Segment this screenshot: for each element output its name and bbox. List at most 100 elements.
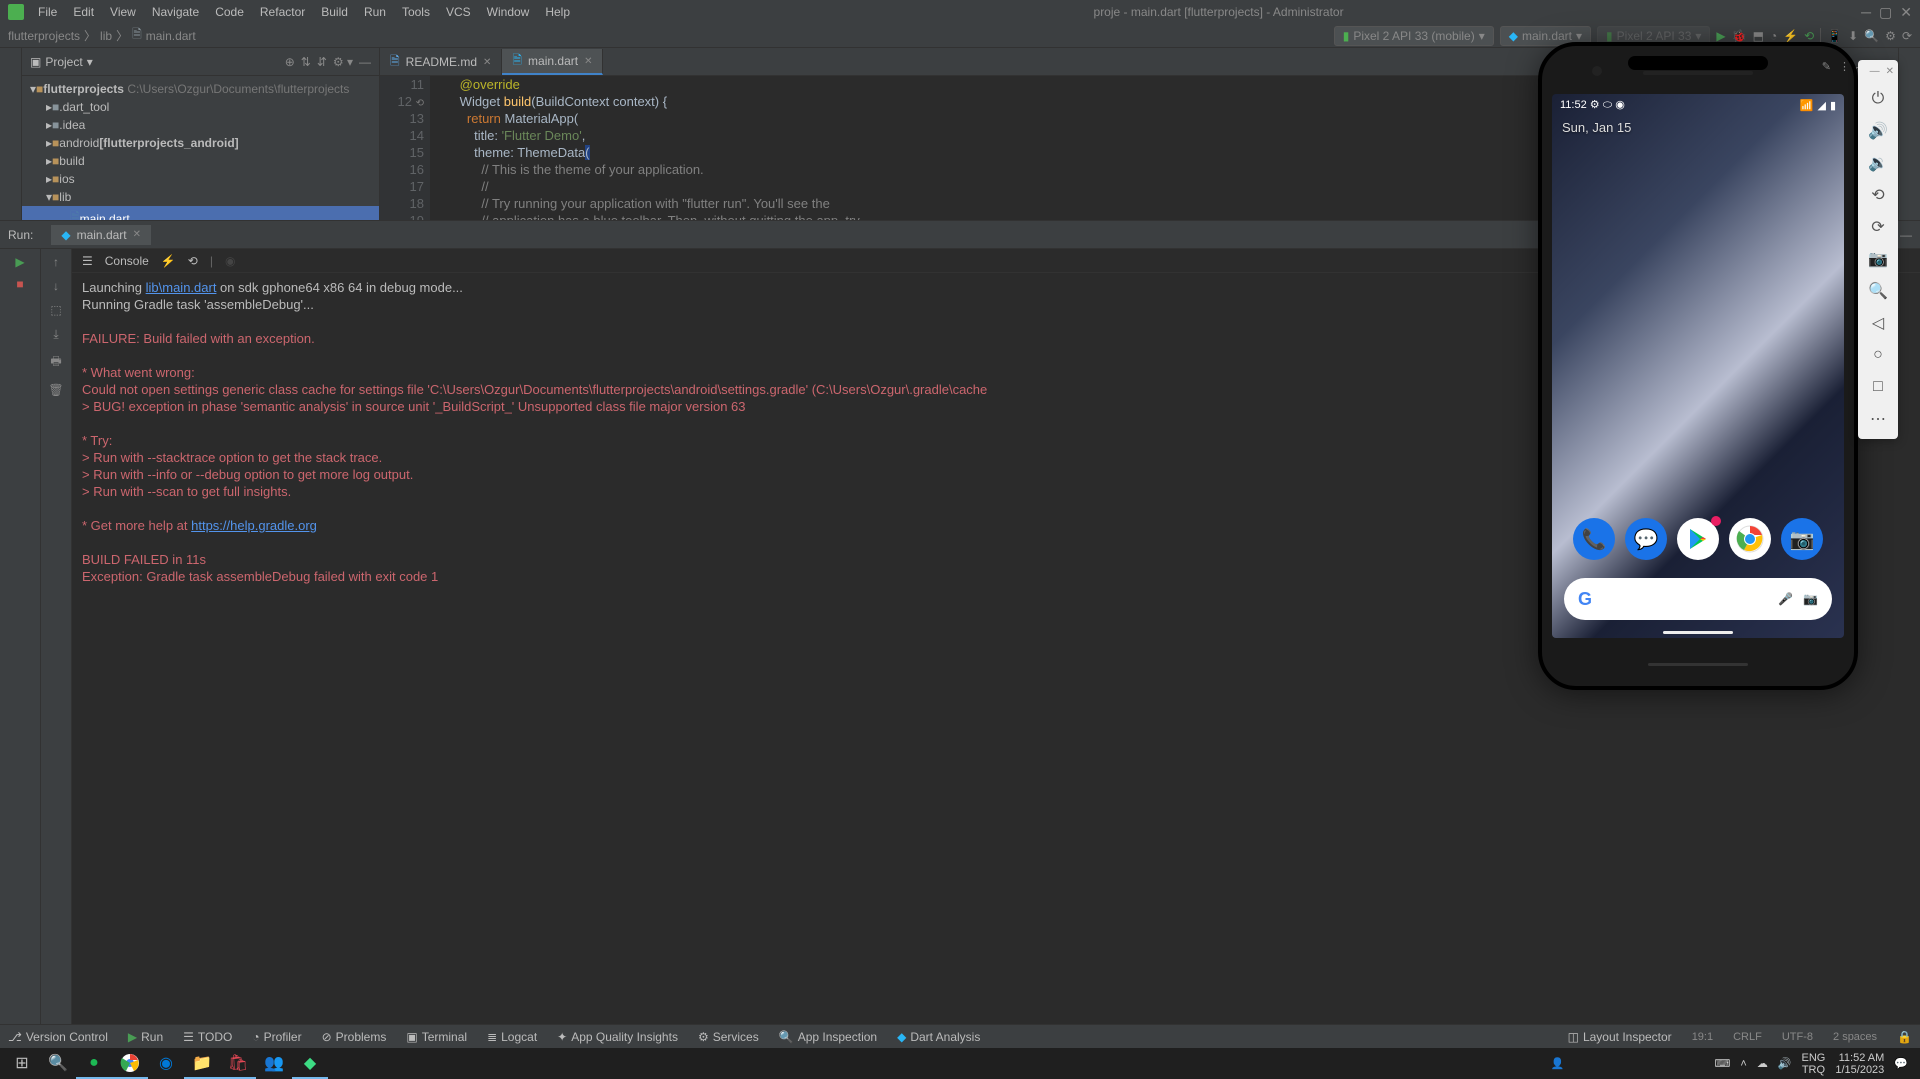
menu-icon[interactable]: ⋮ — [1839, 60, 1850, 73]
task-teams[interactable]: 👥 — [256, 1048, 292, 1079]
menu-view[interactable]: View — [104, 3, 142, 21]
expand-icon[interactable]: ⇅ — [301, 55, 311, 69]
menu-refactor[interactable]: Refactor — [254, 3, 311, 21]
close-icon[interactable]: ✕ — [1900, 4, 1912, 21]
tool-app-quality[interactable]: ✦App Quality Insights — [557, 1030, 678, 1044]
menu-file[interactable]: File — [32, 3, 63, 21]
task-chrome[interactable] — [112, 1048, 148, 1079]
up-icon[interactable]: ↑ — [53, 255, 59, 269]
close-icon[interactable]: ✕ — [133, 229, 141, 240]
tool-todo[interactable]: ☰TODO — [183, 1030, 232, 1044]
menu-navigate[interactable]: Navigate — [146, 3, 205, 21]
status-enc[interactable]: UTF-8 — [1782, 1031, 1813, 1043]
tray-keyboard-icon[interactable]: ⌨ — [1714, 1057, 1730, 1070]
tray-chevron-icon[interactable]: ˄ — [1740, 1058, 1746, 1070]
tool-version-control[interactable]: ⎇Version Control — [8, 1030, 108, 1044]
mic-icon[interactable]: 🎤 — [1778, 592, 1793, 606]
more-icon[interactable]: ⋯ — [1858, 405, 1898, 433]
nav-handle[interactable] — [1663, 631, 1733, 634]
soft-wrap-icon[interactable]: ⬚ — [50, 303, 61, 317]
hide-icon[interactable]: — — [1900, 228, 1912, 242]
crumb-project[interactable]: flutterprojects — [8, 29, 80, 43]
crumb-file[interactable]: main.dart — [146, 29, 196, 43]
settings-icon[interactable]: ⚙ — [1885, 29, 1896, 43]
emulator[interactable]: 11:52 ⚙ ⬭ ◉ 📶◢▮ Sun, Jan 15 📞 💬 📷 G 🎤📷 — [1538, 42, 1858, 690]
tree-build[interactable]: ▸ ■ build — [22, 152, 379, 170]
menu-help[interactable]: Help — [539, 3, 576, 21]
tool-logcat[interactable]: ≣Logcat — [487, 1030, 537, 1044]
tree-android[interactable]: ▸ ■ android [flutterprojects_android] — [22, 134, 379, 152]
stop-icon[interactable]: ■ — [16, 277, 23, 291]
volume-down-icon[interactable]: 🔉 — [1858, 149, 1898, 177]
tool-app-inspection[interactable]: 🔍App Inspection — [779, 1030, 877, 1044]
debug-icon[interactable]: 🐞 — [1732, 29, 1747, 43]
avd-icon[interactable]: 📱 — [1827, 29, 1842, 43]
hide-panel-icon[interactable]: — — [359, 55, 371, 69]
project-panel-title[interactable]: Project — [45, 55, 82, 69]
menu-window[interactable]: Window — [481, 3, 536, 21]
lens-icon[interactable]: 📷 — [1803, 592, 1818, 606]
back-icon[interactable]: ◁ — [1858, 309, 1898, 337]
reload-icon[interactable]: ⚡ — [161, 254, 176, 268]
menu-code[interactable]: Code — [209, 3, 250, 21]
close-icon[interactable]: ✕ — [584, 56, 592, 67]
tree-idea[interactable]: ▸ ■ .idea — [22, 116, 379, 134]
menu-run[interactable]: Run — [358, 3, 392, 21]
zoom-icon[interactable]: 🔍 — [1858, 277, 1898, 305]
tool-profiler[interactable]: ◔Profiler — [252, 1030, 301, 1044]
sync-icon[interactable]: ⟳ — [1902, 29, 1912, 43]
maximize-icon[interactable]: ▢ — [1879, 4, 1892, 21]
panel-settings-icon[interactable]: ⚙ ▾ — [333, 55, 353, 69]
run-tab-main[interactable]: ◆main.dart✕ — [51, 225, 151, 245]
start-button[interactable]: ⊞ — [4, 1048, 40, 1079]
overview-icon[interactable]: □ — [1858, 373, 1898, 401]
print-icon[interactable]: 🖶 — [50, 352, 61, 373]
volume-up-icon[interactable]: 🔊 — [1858, 117, 1898, 145]
device-selector[interactable]: ▮ Pixel 2 API 33 (mobile) ▾ — [1334, 26, 1494, 46]
task-search[interactable]: 🔍 — [40, 1048, 76, 1079]
task-explorer[interactable]: 📁 — [184, 1048, 220, 1079]
search-icon[interactable]: 🔍 — [1864, 29, 1879, 43]
menu-tools[interactable]: Tools — [396, 3, 436, 21]
run-icon[interactable]: ▶ — [1716, 29, 1725, 43]
menu-vcs[interactable]: VCS — [440, 3, 477, 21]
app-play-store[interactable] — [1677, 518, 1719, 560]
tray-volume-icon[interactable]: 🔊 — [1778, 1057, 1792, 1070]
tab-main-dart[interactable]: 🗎main.dart✕ — [502, 49, 603, 75]
camera-icon[interactable]: 📷 — [1858, 245, 1898, 273]
tree-lib[interactable]: ▾ ■ lib — [22, 188, 379, 206]
coverage-icon[interactable]: ⬒ — [1753, 29, 1764, 43]
sdk-icon[interactable]: ⬇ — [1848, 29, 1858, 43]
rotate-right-icon[interactable]: ⟳ — [1858, 213, 1898, 241]
menu-build[interactable]: Build — [315, 3, 354, 21]
crumb-lib[interactable]: lib — [100, 29, 112, 43]
emulator-search[interactable]: G 🎤📷 — [1564, 578, 1832, 620]
select-opened-icon[interactable]: ⊕ — [285, 55, 295, 69]
task-apps[interactable]: 🛍 — [220, 1048, 256, 1079]
power-icon[interactable]: ⏻ — [1858, 85, 1898, 113]
tray-person-icon[interactable]: 👤 — [1551, 1057, 1565, 1070]
scroll-end-icon[interactable]: ⤓ — [53, 327, 58, 342]
edit-icon[interactable]: ✎ — [1822, 60, 1831, 73]
task-edge[interactable]: ◉ — [148, 1048, 184, 1079]
emu-close-icon[interactable]: ✕ — [1886, 66, 1894, 77]
hot-reload-icon[interactable]: ⚡ — [1783, 29, 1798, 43]
tray-kb[interactable]: TRQ — [1802, 1064, 1826, 1076]
task-android-studio[interactable]: ◆ — [292, 1048, 328, 1079]
profile-icon[interactable]: ◔ — [1770, 29, 1777, 43]
devtools-icon[interactable]: ◉ — [225, 254, 235, 268]
app-phone[interactable]: 📞 — [1573, 518, 1615, 560]
tool-problems[interactable]: ⊘Problems — [322, 1030, 387, 1044]
tree-ios[interactable]: ▸ ■ ios — [22, 170, 379, 188]
status-eol[interactable]: CRLF — [1733, 1031, 1762, 1043]
tool-terminal[interactable]: ▣Terminal — [406, 1030, 467, 1044]
tray-time[interactable]: 11:52 AM — [1835, 1052, 1884, 1064]
status-indent[interactable]: 2 spaces — [1833, 1031, 1877, 1043]
app-messages[interactable]: 💬 — [1625, 518, 1667, 560]
rerun-icon[interactable]: ▶ — [15, 255, 24, 269]
home-icon[interactable]: ○ — [1858, 341, 1898, 369]
tree-dart-tool[interactable]: ▸ ■ .dart_tool — [22, 98, 379, 116]
tray-cloud-icon[interactable]: ☁ — [1757, 1057, 1768, 1070]
tab-readme[interactable]: 🗎README.md✕ — [380, 49, 502, 75]
attach-icon[interactable]: ⟲ — [1804, 29, 1814, 43]
